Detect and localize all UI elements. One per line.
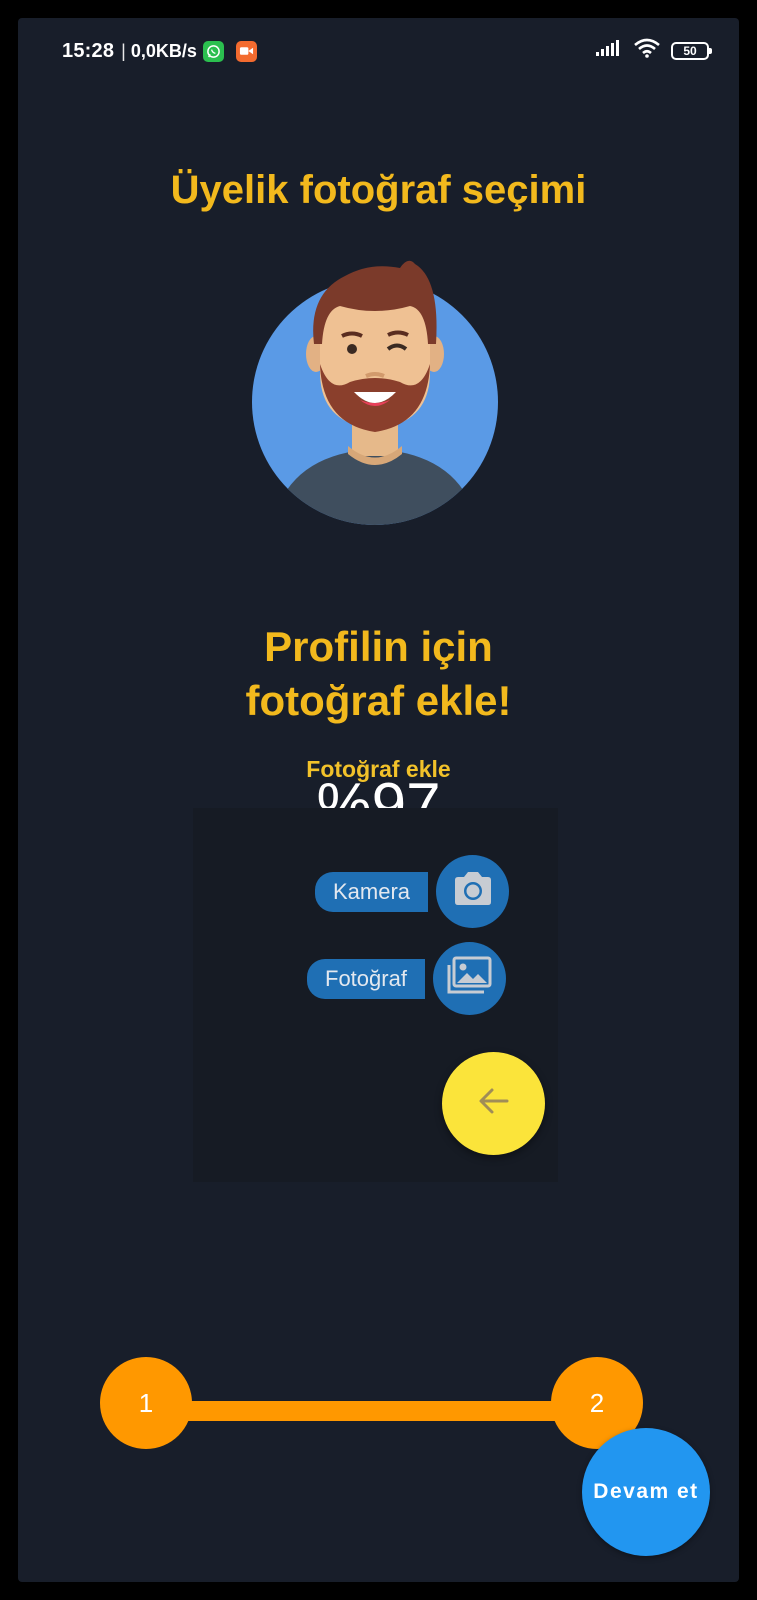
app-screen: 15:28 | 0,0KB/s 50 Üyelik fotoğraf seçim… — [18, 18, 739, 1582]
profile-avatar[interactable] — [250, 254, 500, 539]
gallery-icon — [445, 956, 493, 1001]
network-speed: 0,0KB/s — [130, 40, 197, 61]
video-call-icon — [235, 40, 257, 62]
fab-main-button[interactable] — [442, 1052, 545, 1155]
gallery-label[interactable]: Fotoğraf — [307, 958, 425, 999]
status-bar: 15:28 | 0,0KB/s 50 — [18, 18, 739, 82]
camera-option[interactable]: Kamera — [315, 855, 510, 928]
status-right: 50 — [595, 38, 712, 63]
arrow-left-icon — [477, 1086, 511, 1121]
next-button[interactable]: Devam et — [582, 1428, 710, 1556]
subtitle-line-1: Profilin için — [264, 623, 493, 670]
status-left: 15:28 | 0,0KB/s — [62, 37, 257, 65]
step-1[interactable]: 1 — [100, 1357, 192, 1449]
camera-button[interactable] — [436, 855, 510, 928]
battery-level: 50 — [683, 43, 697, 58]
subtitle-line-2: fotoğraf ekle! — [245, 677, 512, 724]
camera-icon — [451, 871, 495, 912]
subtitle: Profilin için fotoğraf ekle! — [18, 620, 739, 728]
wifi-icon — [633, 38, 661, 63]
gallery-option[interactable]: Fotoğraf — [307, 942, 506, 1015]
page-title: Üyelik fotoğraf seçimi — [170, 168, 587, 212]
camera-label[interactable]: Kamera — [315, 871, 429, 912]
whatsapp-icon — [202, 40, 224, 62]
signal-icon — [595, 39, 623, 62]
status-separator: | — [121, 40, 126, 61]
battery-icon: 50 — [671, 41, 712, 60]
status-time: 15:28 — [62, 39, 115, 62]
stepper-connector — [168, 1401, 608, 1421]
gallery-button[interactable] — [432, 942, 506, 1015]
